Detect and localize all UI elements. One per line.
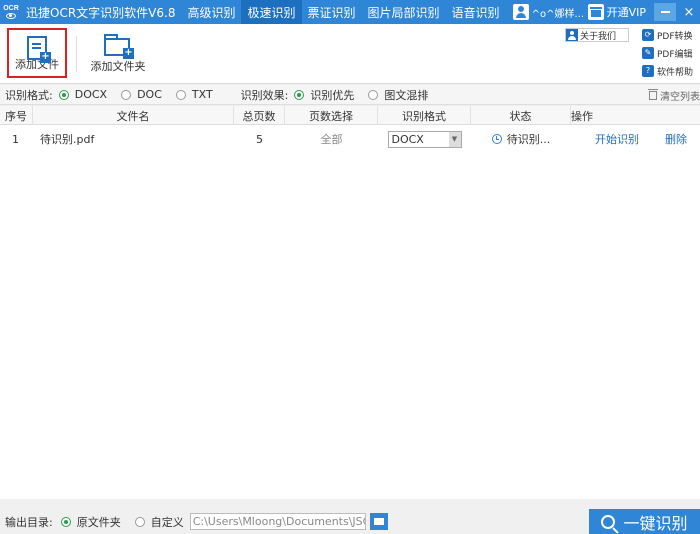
pdf-edit-link[interactable]: ✎ PDF编辑 bbox=[642, 45, 700, 61]
add-file-icon bbox=[27, 36, 51, 63]
pdf-convert-link[interactable]: ⟳ PDF转换 bbox=[642, 27, 700, 43]
radio-icon bbox=[121, 89, 132, 100]
header-index: 序号 bbox=[0, 106, 33, 125]
format-radio-doc[interactable]: DOC bbox=[121, 88, 162, 101]
file-table: 序号 文件名 总页数 页数选择 识别格式 状态 操作 1 待识别.pdf 5 全… bbox=[0, 106, 700, 499]
help-label: 软件帮助 bbox=[657, 67, 694, 78]
pdf-edit-icon: ✎ bbox=[642, 47, 654, 59]
table-row: 1 待识别.pdf 5 全部 DOCX ▼ 待识别... 开始识别 删除 bbox=[0, 125, 700, 153]
row-page-select[interactable]: 全部 bbox=[285, 125, 378, 153]
help-link[interactable]: ? 软件帮助 bbox=[642, 63, 700, 79]
effect-radio-mixed-layout[interactable]: 图文混排 bbox=[368, 87, 428, 103]
header-status: 状态 bbox=[471, 106, 571, 125]
toolbar: 添加文件 添加文件夹 关于我们 ⟳ PDF转换 ✎ PDF编辑 ? 软件帮助 bbox=[0, 24, 700, 84]
about-us-label: 关于我们 bbox=[580, 31, 617, 42]
pdf-convert-icon: ⟳ bbox=[642, 29, 654, 41]
add-folder-label: 添加文件夹 bbox=[90, 60, 146, 73]
clock-icon bbox=[491, 134, 502, 144]
tab-voice-ocr[interactable]: 语音识别 bbox=[446, 0, 506, 24]
side-links: ⟳ PDF转换 ✎ PDF编辑 ? 软件帮助 bbox=[642, 27, 700, 81]
effect-label: 识别效果: bbox=[240, 88, 289, 102]
dropdown-arrow-icon[interactable]: ▼ bbox=[448, 131, 461, 147]
logo-text: OCR bbox=[3, 5, 19, 12]
tab-advanced-ocr[interactable]: 高级识别 bbox=[181, 0, 241, 24]
close-button[interactable]: × bbox=[678, 0, 700, 24]
table-header: 序号 文件名 总页数 页数选择 识别格式 状态 操作 bbox=[0, 106, 700, 125]
header-format: 识别格式 bbox=[378, 106, 471, 125]
clear-list-button[interactable]: 清空列表 bbox=[648, 88, 700, 103]
add-folder-icon bbox=[104, 34, 134, 59]
help-icon: ? bbox=[642, 65, 654, 77]
row-index: 1 bbox=[12, 132, 19, 146]
radio-icon bbox=[134, 516, 145, 527]
trash-icon bbox=[648, 89, 658, 100]
output-radio-origin-folder[interactable]: 原文件夹 bbox=[60, 514, 121, 530]
recognize-all-button[interactable]: 一键识别 bbox=[589, 509, 700, 534]
row-status-cell: 待识别... bbox=[471, 125, 571, 153]
add-folder-button[interactable]: 添加文件夹 bbox=[88, 28, 148, 78]
tab-ticket-ocr[interactable]: 票证识别 bbox=[302, 0, 362, 24]
title-bar: OCR 迅捷OCR文字识别软件V6.8 高级识别 极速识别 票证识别 图片局部识… bbox=[0, 0, 700, 24]
header-filename: 文件名 bbox=[33, 106, 234, 125]
row-format-cell: DOCX ▼ bbox=[378, 125, 471, 153]
minimize-button[interactable] bbox=[654, 3, 676, 21]
about-us-button[interactable]: 关于我们 bbox=[565, 28, 629, 42]
toolbar-divider bbox=[76, 36, 77, 72]
format-select[interactable]: DOCX ▼ bbox=[387, 130, 462, 148]
output-dir-label: 输出目录: bbox=[5, 515, 53, 529]
radio-icon bbox=[175, 89, 186, 100]
row-status: 待识别... bbox=[506, 133, 551, 146]
format-radio-docx[interactable]: DOCX bbox=[58, 88, 107, 101]
header-total-pages: 总页数 bbox=[234, 106, 285, 125]
output-path-input[interactable] bbox=[189, 513, 366, 530]
username[interactable]: ^o^娜样... bbox=[532, 5, 588, 20]
add-file-button[interactable]: 添加文件 bbox=[7, 28, 67, 78]
search-icon bbox=[601, 514, 616, 529]
row-actions-cell: 开始识别 删除 bbox=[571, 125, 700, 153]
header-page-select: 页数选择 bbox=[285, 106, 378, 125]
radio-selected-icon bbox=[294, 89, 305, 100]
tab-fast-ocr[interactable]: 极速识别 bbox=[241, 0, 302, 24]
app-title: 迅捷OCR文字识别软件V6.8 bbox=[26, 5, 176, 20]
radio-selected-icon bbox=[60, 516, 71, 527]
pdf-convert-label: PDF转换 bbox=[657, 31, 693, 42]
output-radio-custom[interactable]: 自定义 bbox=[134, 514, 184, 530]
radio-icon bbox=[368, 89, 379, 100]
vip-button[interactable]: 开通VIP bbox=[607, 4, 646, 20]
effect-radio-recognition-first[interactable]: 识别优先 bbox=[294, 87, 354, 103]
format-radio-txt[interactable]: TXT bbox=[175, 88, 213, 101]
clear-list-label: 清空列表 bbox=[660, 92, 700, 103]
radio-selected-icon bbox=[58, 89, 69, 100]
row-total-pages: 5 bbox=[256, 132, 263, 146]
format-label: 识别格式: bbox=[5, 88, 53, 102]
vip-cart-icon[interactable] bbox=[587, 4, 604, 20]
ocr-logo-icon: OCR bbox=[2, 2, 20, 22]
options-bar: 识别格式: DOCX DOC TXT 识别效果: 识别优先 图文混排 清空列表 bbox=[0, 85, 700, 105]
tab-partial-image-ocr[interactable]: 图片局部识别 bbox=[362, 0, 446, 24]
row-filename: 待识别.pdf bbox=[40, 133, 95, 146]
about-user-icon bbox=[566, 29, 578, 41]
user-avatar-icon[interactable] bbox=[512, 4, 529, 20]
recognize-all-label: 一键识别 bbox=[623, 513, 688, 533]
delete-link[interactable]: 删除 bbox=[665, 131, 687, 147]
minimize-icon bbox=[660, 11, 670, 13]
header-actions: 操作 bbox=[571, 109, 593, 123]
browse-folder-icon[interactable] bbox=[369, 513, 388, 530]
format-select-value: DOCX bbox=[391, 132, 424, 146]
pdf-edit-label: PDF编辑 bbox=[657, 49, 693, 60]
start-recognition-link[interactable]: 开始识别 bbox=[595, 131, 639, 147]
